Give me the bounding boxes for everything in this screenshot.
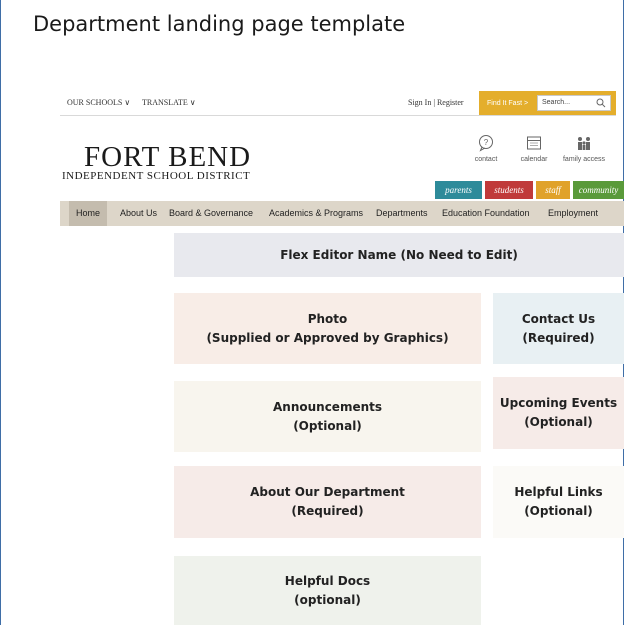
- helpful-links-box: Helpful Links (Optional): [493, 466, 624, 538]
- audience-tab-community[interactable]: community: [573, 181, 624, 199]
- flex-editor-name-box: Flex Editor Name (No Need to Edit): [174, 233, 624, 277]
- nav-education-foundation[interactable]: Education Foundation: [442, 201, 530, 226]
- box-title: Announcements: [272, 399, 383, 414]
- quick-link-contact[interactable]: ? contact: [466, 134, 506, 163]
- box-note: (Optional): [293, 418, 362, 433]
- find-it-fast-bar: Find It Fast > Search...: [479, 91, 616, 115]
- translate-menu[interactable]: TRANSLATE ∨: [142, 98, 196, 107]
- box-title: About Our Department: [250, 485, 405, 499]
- audience-tab-parents[interactable]: parents: [435, 181, 482, 199]
- svg-text:?: ?: [484, 138, 489, 147]
- box-title: Helpful Docs: [284, 573, 371, 588]
- box-note: (optional): [294, 592, 361, 607]
- slide-title: Department landing page template: [33, 12, 406, 36]
- family-icon: [561, 134, 607, 154]
- box-title: Flex Editor Name (No Need to Edit): [280, 247, 518, 262]
- nav-about-us[interactable]: About Us: [120, 201, 157, 226]
- box-title: Helpful Links: [514, 485, 603, 499]
- magnifier-icon[interactable]: [596, 97, 606, 111]
- nav-board-governance[interactable]: Board & Governance: [169, 201, 253, 226]
- main-nav: Home About Us Board & Governance Academi…: [60, 201, 624, 226]
- audience-tab-staff[interactable]: staff: [536, 181, 570, 199]
- box-note: (Supplied or Approved by Graphics): [206, 330, 449, 345]
- district-logo-subtitle: INDEPENDENT SCHOOL DISTRICT: [62, 170, 251, 182]
- box-note: (Required): [522, 330, 595, 345]
- box-title: Contact Us: [521, 311, 596, 326]
- search-input[interactable]: Search...: [537, 95, 611, 111]
- nav-employment[interactable]: Employment: [548, 201, 598, 226]
- our-schools-menu[interactable]: OUR SCHOOLS ∨: [67, 98, 130, 107]
- quick-link-calendar[interactable]: calendar: [514, 134, 554, 163]
- box-title: Upcoming Events: [499, 396, 618, 410]
- quick-link-label: calendar: [520, 156, 548, 163]
- nav-home[interactable]: Home: [69, 201, 108, 226]
- question-bubble-icon: ?: [466, 134, 506, 154]
- helpful-docs-box: Helpful Docs (optional): [174, 556, 481, 625]
- audience-tab-students[interactable]: students: [485, 181, 533, 199]
- find-it-fast-button[interactable]: Find It Fast >: [487, 100, 528, 107]
- calendar-icon: [514, 134, 554, 154]
- box-note: (Optional): [524, 504, 593, 518]
- box-note: (Optional): [524, 415, 593, 429]
- announcements-box: Announcements (Optional): [174, 381, 481, 452]
- box-title: Photo: [307, 311, 348, 326]
- quick-link-label: contact: [474, 156, 498, 163]
- box-note: (Required): [291, 504, 364, 518]
- upcoming-events-box: Upcoming Events (Optional): [493, 377, 624, 449]
- photo-box: Photo (Supplied or Approved by Graphics): [174, 293, 481, 364]
- quick-link-family-access[interactable]: family access: [561, 134, 607, 163]
- nav-departments[interactable]: Departments: [376, 201, 428, 226]
- about-department-box: About Our Department (Required): [174, 466, 481, 538]
- contact-us-box: Contact Us (Required): [493, 293, 624, 364]
- search-placeholder: Search...: [542, 99, 571, 106]
- nav-academics-programs[interactable]: Academics & Programs: [269, 201, 363, 226]
- quick-link-label: family access: [562, 156, 605, 163]
- sign-in-link[interactable]: Sign In | Register: [408, 98, 464, 107]
